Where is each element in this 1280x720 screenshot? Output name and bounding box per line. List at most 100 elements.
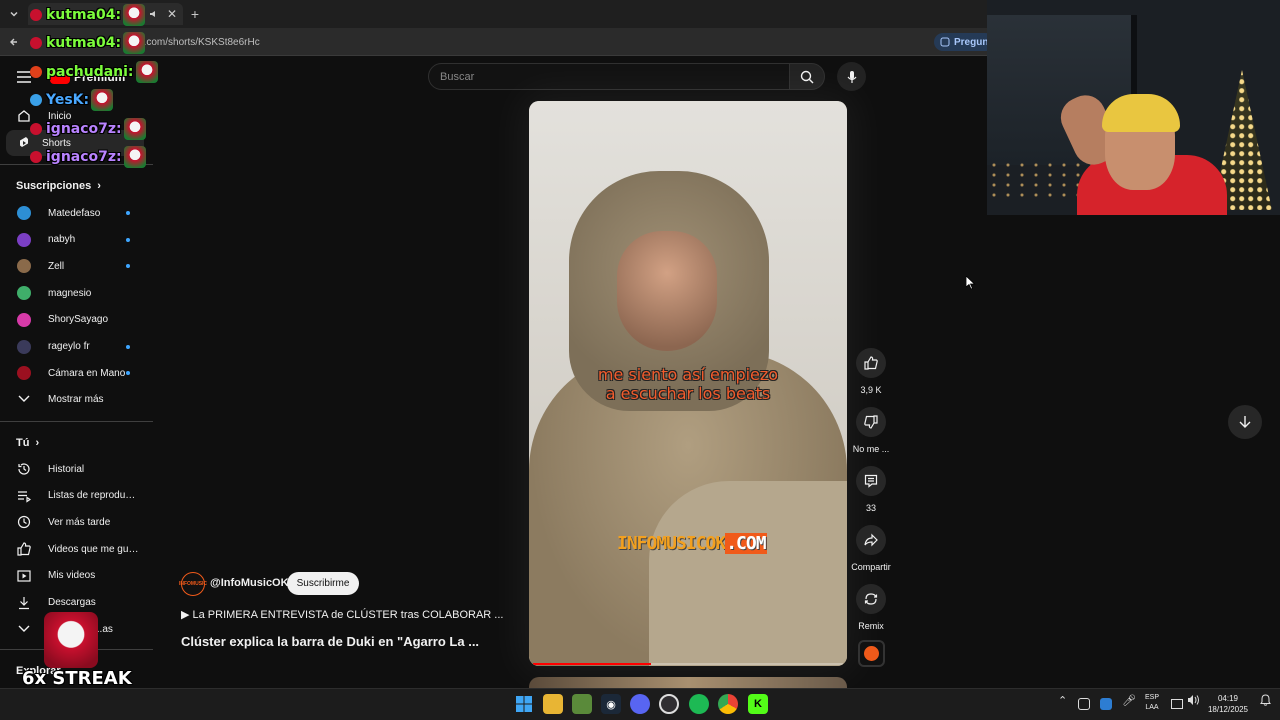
tray-network-icon[interactable] xyxy=(1171,699,1183,709)
subscription-label: magnesio xyxy=(48,287,92,299)
voice-search-button[interactable] xyxy=(837,62,866,91)
url-field[interactable]: ...com/shorts/KSKSt8e6rHc xyxy=(28,33,928,51)
chrome-icon[interactable] xyxy=(718,694,738,714)
chat-message: YesK: xyxy=(30,89,114,111)
channel-handle[interactable]: @InfoMusicOK xyxy=(210,577,289,589)
search-button[interactable] xyxy=(789,63,825,90)
kick-icon[interactable]: K xyxy=(748,694,768,714)
new-tab-button[interactable]: + xyxy=(185,4,205,24)
search-icon xyxy=(800,70,814,84)
keyboard-layout: LAA xyxy=(1145,704,1159,711)
playlist-link[interactable]: ▶ La PRIMERA ENTREVISTA de CLÚSTER tras … xyxy=(181,608,503,621)
subscription-item[interactable]: rageylo fr xyxy=(0,334,150,360)
chat-username: kutma04: xyxy=(46,35,122,51)
tray-mic-icon[interactable]: 🎤︎ xyxy=(1122,694,1136,707)
show-more-button[interactable]: Mostrar más xyxy=(0,386,150,412)
subscription-item[interactable]: Matedefaso xyxy=(0,200,150,226)
minecraft-icon[interactable] xyxy=(572,694,592,714)
you-title: Tú xyxy=(16,437,30,449)
like-button[interactable]: 3,9 K xyxy=(841,348,901,395)
steam-icon[interactable]: ◉ xyxy=(601,694,621,714)
subscription-item[interactable]: magnesio xyxy=(0,280,150,306)
subscription-item[interactable]: Cámara en Mano xyxy=(0,360,150,386)
like-count: 3,9 K xyxy=(860,385,882,395)
tray-volume-icon[interactable] xyxy=(1187,694,1200,706)
microphone-icon xyxy=(846,70,858,84)
clock-icon xyxy=(0,515,48,529)
subscription-item[interactable]: ShorySayago xyxy=(0,307,150,333)
tab-audio-icon[interactable] xyxy=(149,9,159,19)
you-item[interactable]: Mis videos xyxy=(0,563,150,589)
gemini-ask-button[interactable]: Preguntar xyxy=(934,33,994,51)
search-input[interactable]: Buscar xyxy=(428,63,790,90)
thumb-up-icon xyxy=(0,542,48,556)
remix-button[interactable]: Remix xyxy=(841,584,901,631)
video-caption-line2: a escuchar los beats xyxy=(605,384,771,403)
chat-message: kutma04: xyxy=(30,32,146,54)
windows-start-icon[interactable] xyxy=(514,694,534,714)
subscribe-button[interactable]: Suscribirme xyxy=(287,572,359,595)
you-item-label: Historial xyxy=(48,463,85,475)
obs-icon[interactable] xyxy=(659,694,679,714)
playlist-icon xyxy=(0,489,48,503)
video-watermark: INFOMUSICOK.COM xyxy=(617,533,767,554)
share-label: Compartir xyxy=(851,562,891,572)
subscription-item[interactable]: Zell xyxy=(0,253,150,279)
sound-thumbnail[interactable] xyxy=(858,640,885,667)
sound-disc-icon xyxy=(864,646,879,661)
discord-icon[interactable] xyxy=(630,694,650,714)
chevron-right-icon: › xyxy=(97,180,101,192)
short-video-player[interactable]: me siento así empiezo a escuchar los bea… xyxy=(529,101,847,666)
chat-badge-icon xyxy=(30,9,42,21)
you-heading[interactable]: Tú › xyxy=(16,437,39,449)
next-short-preview[interactable] xyxy=(529,677,847,688)
channel-avatar-icon xyxy=(0,286,48,301)
santa-emote-icon xyxy=(123,32,146,54)
clock-time: 04:19 xyxy=(1217,694,1239,703)
language-indicator[interactable]: ESP LAA xyxy=(1140,693,1164,713)
history-icon xyxy=(0,462,48,476)
remix-label: Remix xyxy=(858,621,884,631)
arrow-down-icon xyxy=(1239,415,1251,429)
comment-count: 33 xyxy=(865,503,876,513)
channel-avatar[interactable]: INFOMUSIC xyxy=(179,572,207,596)
channel-avatar-icon xyxy=(0,206,48,220)
tray-sync-icon[interactable] xyxy=(1078,698,1090,710)
comments-button[interactable]: 33 xyxy=(841,466,901,513)
share-button[interactable]: Compartir xyxy=(841,525,901,572)
video-progress-bar[interactable] xyxy=(533,663,843,665)
you-item[interactable]: Ver más tarde xyxy=(0,509,150,535)
santa-emote-icon xyxy=(123,4,146,26)
hamburger-menu-icon[interactable] xyxy=(17,71,31,83)
channel-avatar-icon xyxy=(0,339,48,354)
chat-username: ignaco7z: xyxy=(46,121,122,137)
chat-username: ignaco7z: xyxy=(46,149,122,165)
share-icon xyxy=(856,525,886,555)
new-content-dot xyxy=(126,211,130,215)
next-short-button[interactable] xyxy=(1228,405,1262,439)
you-item[interactable]: Historial xyxy=(0,456,150,482)
tray-overflow-icon[interactable]: ⌃ xyxy=(1058,694,1067,707)
tab-close-icon[interactable]: ✕ xyxy=(167,7,177,21)
subscriptions-heading[interactable]: Suscripciones › xyxy=(16,180,101,192)
file-explorer-icon[interactable] xyxy=(543,694,563,714)
thumb-up-icon xyxy=(856,348,886,378)
subscription-item[interactable]: nabyh xyxy=(0,227,150,253)
back-button[interactable] xyxy=(4,32,24,52)
notifications-icon[interactable] xyxy=(1260,694,1271,706)
chevron-down-icon xyxy=(0,395,48,403)
dislike-button[interactable]: No me ... xyxy=(841,407,901,454)
santa-emote xyxy=(44,612,98,668)
chat-message: ignaco7z: xyxy=(30,118,146,140)
you-item[interactable]: Listas de reproducc... xyxy=(0,483,150,509)
streak-badge: 6x STREAK xyxy=(22,668,132,689)
spotify-icon[interactable] xyxy=(689,694,709,714)
you-item[interactable]: Videos que me gus... xyxy=(0,536,150,562)
tray-security-icon[interactable] xyxy=(1100,698,1112,710)
short-title[interactable]: Clúster explica la barra de Duki en "Aga… xyxy=(181,634,479,649)
taskbar-clock[interactable]: 04:19 18/12/2025 xyxy=(1200,693,1256,715)
gemini-icon xyxy=(940,37,950,47)
new-content-dot xyxy=(126,344,130,349)
play-box-icon xyxy=(0,569,48,583)
tab-search-button[interactable] xyxy=(4,4,24,24)
